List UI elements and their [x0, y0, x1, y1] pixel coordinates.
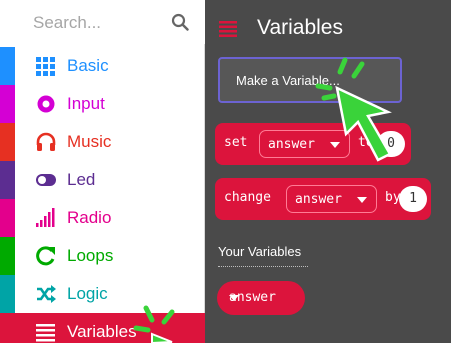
- category-led[interactable]: Led: [0, 161, 205, 199]
- variable-dropdown[interactable]: answer: [286, 185, 377, 213]
- headphones-icon: [36, 132, 56, 151]
- block-keyword: change: [224, 190, 271, 205]
- category-loops[interactable]: Loops: [0, 237, 205, 275]
- number-input[interactable]: 1: [399, 186, 427, 212]
- list-icon: [36, 324, 55, 342]
- category-basic[interactable]: Basic: [0, 47, 205, 85]
- block-keyword: set: [224, 135, 248, 150]
- category-label: Loops: [67, 246, 114, 265]
- category-color-bar: [0, 85, 15, 123]
- category-music[interactable]: Music: [0, 123, 205, 161]
- category-color-bar: [0, 313, 15, 343]
- section-divider: [218, 266, 308, 267]
- category-color-bar: [0, 237, 15, 275]
- category-label: Led: [67, 170, 96, 189]
- click-hint-pointer: [315, 57, 392, 162]
- grid-icon: [36, 57, 55, 76]
- category-color-bar: [0, 199, 15, 237]
- shuffle-icon: [37, 285, 56, 303]
- category-label: Music: [67, 132, 112, 151]
- flyout-title: Variables: [257, 16, 343, 39]
- loop-arrow-icon: [36, 246, 55, 266]
- category-color-bar: [0, 275, 15, 313]
- toggle-icon: [36, 174, 56, 186]
- input-target-icon: [37, 95, 55, 113]
- category-label: Basic: [67, 56, 109, 75]
- category-color-bar: [0, 47, 15, 85]
- category-label: Variables: [67, 322, 137, 341]
- your-variables-heading: Your Variables: [218, 244, 302, 259]
- search-placeholder: Search...: [33, 13, 102, 32]
- dropdown-value: answer: [295, 192, 342, 207]
- list-icon: [219, 21, 237, 37]
- category-color-bar: [0, 161, 15, 199]
- search-icon[interactable]: [171, 13, 189, 31]
- makecode-editor: Search... Basic Input Music Led Radio Lo…: [0, 0, 451, 343]
- category-label: Logic: [67, 284, 108, 303]
- toolbox-search[interactable]: Search...: [0, 0, 205, 44]
- caret-down-icon: [357, 197, 367, 203]
- caret-down-icon: [229, 295, 239, 301]
- toolbox-sidebar: Search... Basic Input Music Led Radio Lo…: [0, 0, 205, 343]
- number-value: 1: [409, 191, 417, 206]
- variable-reporter-block[interactable]: answer: [217, 281, 305, 315]
- category-input[interactable]: Input: [0, 85, 205, 123]
- click-hint-pointer: [133, 305, 175, 343]
- category-color-bar: [0, 123, 15, 161]
- change-variable-block[interactable]: change answer by 1: [215, 178, 431, 220]
- signal-bars-icon: [36, 208, 55, 227]
- category-radio[interactable]: Radio: [0, 199, 205, 237]
- category-label: Input: [67, 94, 105, 113]
- category-label: Radio: [67, 208, 112, 227]
